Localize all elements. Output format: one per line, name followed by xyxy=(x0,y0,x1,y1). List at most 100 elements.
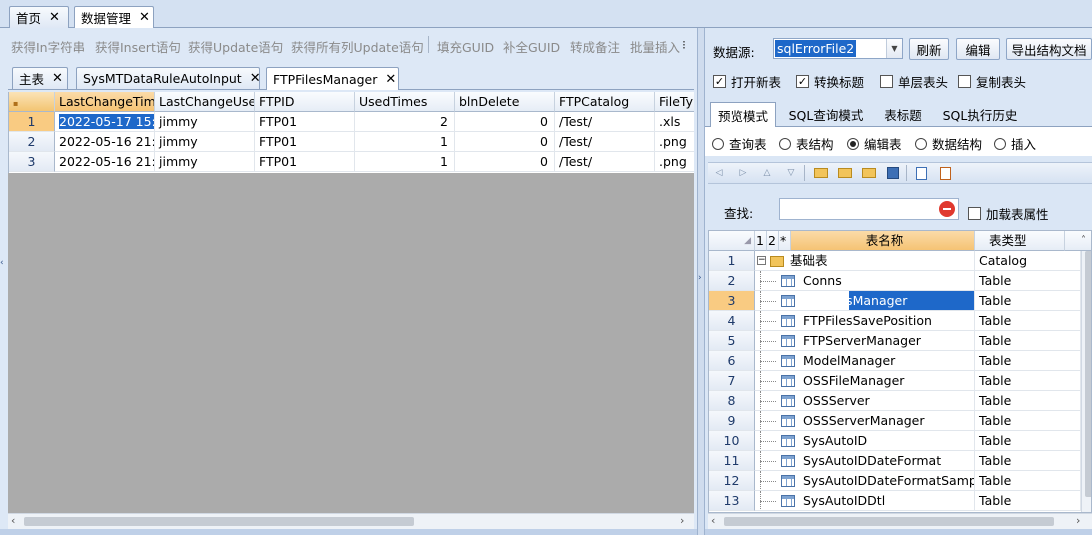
toolbar-to-remark[interactable]: 转成备注 xyxy=(570,37,620,56)
tree-all-header[interactable]: * xyxy=(779,231,791,251)
close-icon[interactable]: ✕ xyxy=(385,72,396,87)
row-number[interactable]: 2 xyxy=(709,271,755,291)
radio-icon[interactable] xyxy=(779,137,791,150)
row-number[interactable]: 5 xyxy=(709,331,755,351)
tree-node-5[interactable]: ModelManager xyxy=(755,351,975,371)
subtab-sysmtdatarule[interactable]: SysMTDataRuleAutoInput ✕ xyxy=(76,67,261,89)
delete-folder-icon[interactable] xyxy=(860,164,878,182)
copy-icon[interactable] xyxy=(912,164,930,182)
check-convert-title[interactable]: ✓ 转换标题 xyxy=(796,72,864,91)
table-type-cell[interactable]: Table xyxy=(975,391,1081,411)
col-header[interactable]: UsedTimes xyxy=(355,92,455,112)
tree-corner[interactable]: ◢ xyxy=(709,231,755,251)
table-type-cell[interactable]: Table xyxy=(975,271,1081,291)
toolbar-more-icon[interactable]: ⁝ xyxy=(682,37,686,52)
checkbox-icon[interactable] xyxy=(958,75,971,88)
scroll-right-icon[interactable]: › xyxy=(680,514,684,527)
table-cell[interactable]: /Test/ xyxy=(555,112,655,132)
vertical-scrollbar[interactable] xyxy=(1081,251,1091,512)
tab-sql-query-mode[interactable]: SQL查询模式 xyxy=(782,102,870,126)
refresh-button[interactable]: 刷新 xyxy=(909,38,949,60)
checkbox-icon[interactable] xyxy=(880,75,893,88)
close-icon[interactable]: ✕ xyxy=(52,71,63,86)
scroll-left-icon[interactable]: ‹ xyxy=(11,514,15,527)
table-type-cell[interactable]: Table xyxy=(975,371,1081,391)
datasource-select[interactable]: sqlErrorFile2 ▼ xyxy=(773,38,903,59)
tree-node-7[interactable]: OSSServer xyxy=(755,391,975,411)
tab-data-management[interactable]: 数据管理 ✕ xyxy=(74,6,154,28)
table-cell[interactable]: /Test/ xyxy=(555,132,655,152)
toolbar-complete-guid[interactable]: 补全GUID xyxy=(503,37,560,56)
table-cell[interactable]: 1 xyxy=(355,152,455,172)
checkbox-checked-icon[interactable]: ✓ xyxy=(796,75,809,88)
table-cell[interactable]: jimmy xyxy=(155,132,255,152)
save-icon[interactable] xyxy=(884,164,902,182)
checkbox-icon[interactable] xyxy=(968,207,981,220)
row-number[interactable]: 13 xyxy=(709,491,755,511)
scroll-right-icon[interactable]: › xyxy=(1076,514,1080,527)
table-cell[interactable]: .png xyxy=(655,152,694,172)
table-type-cell[interactable]: Table xyxy=(975,411,1081,431)
subtab-ftpfilesmanager[interactable]: FTPFilesManager ✕ xyxy=(266,67,399,90)
down-icon[interactable]: ▽ xyxy=(782,164,800,182)
tree-node-2[interactable]: FTPFilesManager xyxy=(755,291,975,311)
row-number[interactable]: 12 xyxy=(709,471,755,491)
splitter-arrow-icon[interactable]: › xyxy=(698,273,702,283)
radio-selected-icon[interactable] xyxy=(847,137,859,150)
table-cell[interactable]: .xls xyxy=(655,112,694,132)
col-header[interactable]: FTPCatalog xyxy=(555,92,655,112)
table-cell[interactable]: /Test/ xyxy=(555,152,655,172)
table-type-cell[interactable]: Table xyxy=(975,311,1081,331)
data-grid[interactable]: ▪ LastChangeTime LastChangeUser FTPID Us… xyxy=(8,92,694,173)
search-input[interactable] xyxy=(779,198,959,220)
row-number[interactable]: 1 xyxy=(709,251,755,271)
row-number[interactable]: 7 xyxy=(709,371,755,391)
row-number[interactable]: 10 xyxy=(709,431,755,451)
row-number[interactable]: 4 xyxy=(709,311,755,331)
radio-icon[interactable] xyxy=(915,137,927,150)
table-type-cell[interactable]: Table xyxy=(975,291,1081,311)
horizontal-scrollbar[interactable]: ‹ › xyxy=(708,513,1092,529)
tree-node-1[interactable]: Conns xyxy=(755,271,975,291)
toolbar-batch-insert[interactable]: 批量插入 xyxy=(630,37,680,56)
scrollbar-thumb[interactable] xyxy=(724,517,1054,526)
table-cell[interactable]: jimmy xyxy=(155,112,255,132)
col-header-table-name[interactable]: 表名称 xyxy=(791,231,975,251)
tab-preview-mode[interactable]: 预览模式 xyxy=(710,102,776,127)
row-number[interactable]: 9 xyxy=(709,411,755,431)
table-tree-grid[interactable]: ◢ 1 2 * 表名称 表类型 ˄ 1− 基础表 Catalog 2 Conns Tabl… xyxy=(708,230,1092,513)
radio-icon[interactable] xyxy=(712,137,724,150)
check-load-table-attributes[interactable]: 加载表属性 xyxy=(968,204,1049,223)
row-number[interactable]: 1 xyxy=(9,112,55,132)
tree-node-0[interactable]: − 基础表 xyxy=(755,251,975,271)
prev-icon[interactable]: ◁ xyxy=(710,164,728,182)
table-cell[interactable]: 2022-05-16 21:4 xyxy=(55,152,155,172)
scroll-left-icon[interactable]: ‹ xyxy=(711,514,715,527)
tab-table-title[interactable]: 表标题 xyxy=(876,102,930,126)
radio-insert[interactable]: 插入 xyxy=(994,134,1036,153)
clear-search-icon[interactable] xyxy=(939,201,955,217)
row-number[interactable]: 8 xyxy=(709,391,755,411)
table-type-cell[interactable]: Table xyxy=(975,331,1081,351)
edit-doc-icon[interactable] xyxy=(936,164,954,182)
table-type-cell[interactable]: Catalog xyxy=(975,251,1081,271)
next-icon[interactable]: ▷ xyxy=(734,164,752,182)
table-cell[interactable]: 1 xyxy=(355,132,455,152)
up-icon[interactable]: △ xyxy=(758,164,776,182)
export-doc-button[interactable]: 导出结构文档 xyxy=(1006,38,1092,60)
table-cell[interactable]: FTP01 xyxy=(255,132,355,152)
table-cell[interactable]: 2 xyxy=(355,112,455,132)
splitter[interactable]: › xyxy=(697,28,705,535)
row-number[interactable]: 2 xyxy=(9,132,55,152)
table-type-cell[interactable]: Table xyxy=(975,431,1081,451)
table-cell[interactable]: 2022-05-17 15:2 xyxy=(55,112,155,132)
toolbar-insert-sql[interactable]: 获得Insert语句 xyxy=(95,37,181,56)
row-number[interactable]: 11 xyxy=(709,451,755,471)
toolbar-in-string[interactable]: 获得In字符串 xyxy=(11,37,85,56)
table-cell[interactable]: FTP01 xyxy=(255,112,355,132)
tree-node-6[interactable]: OSSFileManager xyxy=(755,371,975,391)
tree-node-12[interactable]: SysAutoIDDtl xyxy=(755,491,975,511)
row-number[interactable]: 3 xyxy=(9,152,55,172)
toolbar-fill-guid[interactable]: 填充GUID xyxy=(437,37,494,56)
tree-node-4[interactable]: FTPServerManager xyxy=(755,331,975,351)
